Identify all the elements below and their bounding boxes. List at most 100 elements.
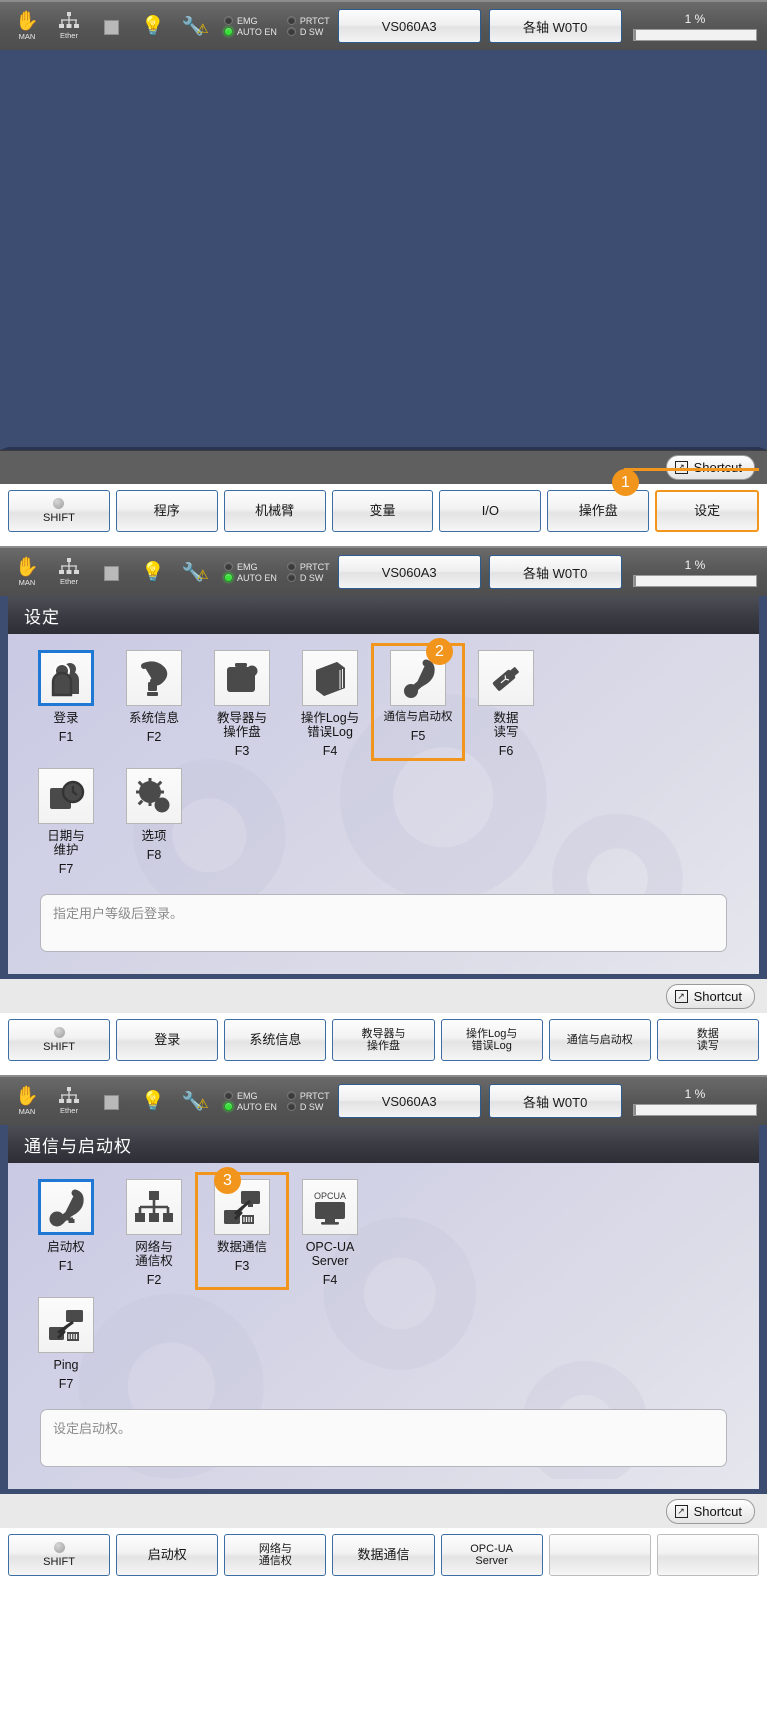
shortcut-button[interactable]: ↗ Shortcut: [665, 983, 755, 1009]
fkey-login[interactable]: 登录: [116, 1019, 219, 1061]
menu-label: 通信与启动权: [383, 711, 453, 723]
fkey-empty-1[interactable]: [548, 1534, 651, 1576]
settings-icon-area: 2 登录 F1 系统信息 F2 教导器与 操作盘 F3 操作Log与 错误Log…: [8, 634, 759, 974]
stop-square-icon: [94, 564, 128, 581]
fkey-program[interactable]: 程序: [115, 490, 218, 532]
menu-label: 启动权: [47, 1240, 85, 1254]
fkey-teach-pendant[interactable]: 教导器与 操作盘: [332, 1019, 435, 1061]
fkey-operation-panel[interactable]: 操作盘: [547, 490, 650, 532]
robot-model-button[interactable]: VS060A3: [337, 1084, 481, 1118]
menu-item-login[interactable]: 登录 F1: [22, 646, 110, 758]
menu-item-opcua-server[interactable]: OPCUA OPC-UA Server F4: [286, 1175, 374, 1287]
ethernet-icon: Ether: [52, 12, 86, 40]
menu-label: 日期与 维护: [47, 829, 85, 857]
settings-icon-grid: 登录 F1 系统信息 F2 教导器与 操作盘 F3 操作Log与 错误Log F…: [22, 643, 745, 882]
axis-display-button[interactable]: 各轴 W0T0: [488, 9, 622, 43]
menu-fkey: F5: [410, 728, 426, 743]
communication-note-box[interactable]: 设定启动权。: [40, 1409, 727, 1467]
fkey-data-readwrite[interactable]: 数据 读写: [656, 1019, 759, 1061]
lamp-prtct: PRTCT: [286, 16, 330, 26]
speed-bar[interactable]: [633, 1103, 757, 1116]
menu-item-operation-log[interactable]: 操作Log与 错误Log F4: [286, 646, 374, 758]
speed-bar[interactable]: [633, 574, 757, 587]
fkey-shift-1[interactable]: SHIFT: [8, 490, 110, 532]
lamp-bulb-icon: 💡: [141, 15, 165, 37]
usb-stick-icon: [478, 650, 534, 706]
lamp-bulb-icon: 💡: [141, 1090, 165, 1112]
ethernet-icon: Ether: [52, 1087, 86, 1115]
fkey-communication-startup[interactable]: 通信与启动权: [548, 1019, 651, 1061]
menu-fkey: F2: [146, 1273, 162, 1287]
robot-model-button[interactable]: VS060A3: [337, 9, 481, 43]
fkey-empty-2[interactable]: [656, 1534, 759, 1576]
users-icon: [38, 650, 94, 706]
svg-text:OPCUA: OPCUA: [314, 1191, 346, 1201]
menu-item-ping[interactable]: Ping F7: [22, 1293, 110, 1391]
menu-item-startup-right[interactable]: 启动权 F1: [22, 1175, 110, 1287]
fkey-shift-2[interactable]: SHIFT: [8, 1019, 111, 1061]
lamp-dsw: D SW: [286, 1102, 330, 1112]
lamp-prtct: PRTCT: [286, 562, 330, 572]
manual-mode-icon: ✋ MAN: [15, 1085, 39, 1116]
shortcut-button[interactable]: ↗ Shortcut: [665, 1498, 755, 1524]
shortcut-strip-2: ↗ Shortcut: [0, 979, 767, 1013]
axis-display-button[interactable]: 各轴 W0T0: [488, 555, 622, 589]
ping-icon: [38, 1297, 94, 1353]
screen-title-communication: 通信与启动权: [8, 1125, 759, 1163]
status-bar-3: ✋ MAN Ether 💡 🔧 ⚠ EMG PRTCT AUTO EN D SW …: [0, 1075, 767, 1125]
fkey-system-info[interactable]: 系统信息: [224, 1019, 327, 1061]
fkey-settings[interactable]: 设定: [655, 490, 760, 532]
axis-display-button[interactable]: 各轴 W0T0: [488, 1084, 622, 1118]
settings-note-box[interactable]: 指定用户等级后登录。: [40, 894, 727, 952]
settings-screen: 设定 2 登录 F1 系统信息 F2 教导器与 操作盘 F3 操作Log与 错误…: [0, 596, 767, 979]
menu-fkey: F7: [58, 1377, 74, 1391]
lamp-auto-en: AUTO EN: [224, 573, 277, 583]
robot-model-button[interactable]: VS060A3: [337, 555, 481, 589]
network-tree-icon: [126, 1179, 182, 1235]
communication-icon-area: 3 启动权 F1 网络与 通信权 F2 数据通信 F3 OPCUA OPC-UA…: [8, 1163, 759, 1489]
book-icon: [302, 650, 358, 706]
menu-fkey: F4: [322, 1273, 338, 1287]
fkey-data-communication[interactable]: 数据通信: [332, 1534, 435, 1576]
menu-fkey: F3: [234, 744, 250, 758]
menu-item-system-info[interactable]: 系统信息 F2: [110, 646, 198, 758]
maintenance-warning-icon: 🔧 ⚠: [181, 15, 209, 36]
status-bar-2: ✋ MAN Ether 💡 🔧 ⚠ EMG PRTCT AUTO EN D SW …: [0, 546, 767, 596]
speed-bar[interactable]: [633, 28, 757, 41]
maintenance-warning-icon: 🔧 ⚠: [181, 561, 209, 582]
fkey-variable[interactable]: 变量: [331, 490, 434, 532]
manual-mode-icon: ✋ MAN: [15, 556, 39, 587]
menu-fkey: F1: [58, 730, 74, 744]
menu-item-network-comm-right[interactable]: 网络与 通信权 F2: [110, 1175, 198, 1287]
menu-label: 选项: [141, 829, 167, 843]
speed-indicator[interactable]: 1 %: [633, 12, 757, 41]
callout-line-1: [624, 468, 759, 471]
communication-screen: 通信与启动权 3 启动权 F1 网络与 通信权 F2 数据通信 F3 OPCUA…: [0, 1125, 767, 1494]
speed-indicator[interactable]: 1 %: [633, 1087, 757, 1116]
speed-indicator[interactable]: 1 %: [633, 558, 757, 587]
menu-item-date-maintenance[interactable]: 日期与 维护 F7: [22, 764, 110, 876]
lamp-auto-en: AUTO EN: [224, 27, 277, 37]
function-key-bar-3: SHIFT 启动权 网络与 通信权 数据通信 OPC-UA Server: [0, 1528, 767, 1584]
menu-item-options[interactable]: 选项 F8: [110, 764, 198, 876]
fkey-startup-right[interactable]: 启动权: [116, 1534, 219, 1576]
status-bar-1: ✋ MAN Ether 💡 🔧 ⚠ EMG PRTCT AUTO EN D SW …: [0, 0, 767, 50]
robot-arm-icon: [126, 650, 182, 706]
communication-icon-grid: 启动权 F1 网络与 通信权 F2 数据通信 F3 OPCUA OPC-UA S…: [22, 1172, 745, 1397]
lamp-auto-en: AUTO EN: [224, 1102, 277, 1112]
menu-label: 网络与 通信权: [135, 1240, 173, 1268]
fkey-shift-3[interactable]: SHIFT: [8, 1534, 111, 1576]
menu-item-data-communication[interactable]: 数据通信 F3: [195, 1172, 289, 1290]
menu-item-teach-pendant[interactable]: 教导器与 操作盘 F3: [198, 646, 286, 758]
menu-fkey: F6: [498, 744, 514, 758]
menu-item-communication-startup[interactable]: 通信与启动权 F5: [371, 643, 465, 761]
menu-label: 系统信息: [128, 711, 179, 725]
menu-item-data-readwrite[interactable]: 数据 读写 F6: [462, 646, 550, 758]
fkey-io[interactable]: I/O: [439, 490, 542, 532]
fkey-network-comm-right[interactable]: 网络与 通信权: [224, 1534, 327, 1576]
panel-main-screen: ✋ MAN Ether 💡 🔧 ⚠ EMG PRTCT AUTO EN D SW …: [0, 0, 767, 540]
fkey-operation-log[interactable]: 操作Log与 错误Log: [440, 1019, 543, 1061]
menu-label: 数据通信: [216, 1240, 267, 1254]
fkey-robot-arm[interactable]: 机械臂: [223, 490, 326, 532]
fkey-opcua-server[interactable]: OPC-UA Server: [440, 1534, 543, 1576]
